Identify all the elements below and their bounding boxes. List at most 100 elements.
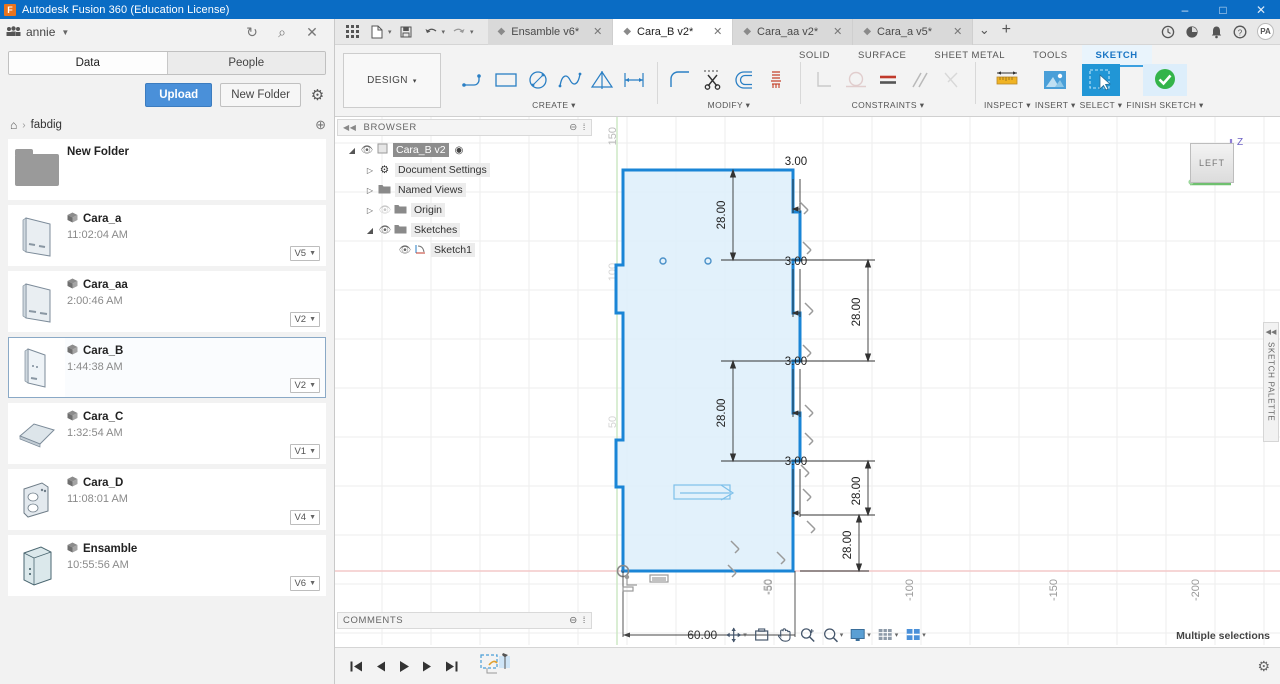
tangent-constraint-icon[interactable] [841, 64, 871, 96]
avatar[interactable]: PA [1257, 23, 1274, 40]
minimize-icon[interactable]: ⊖ [569, 122, 578, 133]
sketch-scale-icon[interactable] [762, 64, 792, 96]
version-badge[interactable]: V1▼ [290, 444, 320, 459]
search-icon[interactable]: ⌕ [274, 24, 290, 40]
chevron-down-icon[interactable]: ▾ [442, 28, 446, 36]
minimize-icon[interactable]: ⊖ [569, 615, 578, 626]
sketch-feature-icon[interactable] [479, 655, 513, 677]
mirror-tool-icon[interactable] [587, 64, 617, 96]
grip-icon[interactable]: ⁞ [583, 615, 586, 626]
skip-first-icon[interactable] [345, 655, 367, 677]
zoom-window-icon[interactable] [820, 625, 841, 645]
view-cube[interactable]: Z LEFT [1190, 135, 1250, 195]
orbit-icon[interactable] [723, 625, 744, 645]
tree-node-sketches[interactable]: ◢ 👁 Sketches [339, 220, 592, 240]
look-at-icon[interactable] [751, 625, 772, 645]
insert-group-label[interactable]: INSERT ▾ [1035, 100, 1076, 111]
bell-icon[interactable] [1205, 21, 1227, 43]
finish-sketch-label[interactable]: FINISH SKETCH ▾ [1126, 100, 1203, 111]
display-settings-icon[interactable] [847, 625, 868, 645]
tab-overflow-icon[interactable]: ⌄ [973, 19, 995, 41]
list-item-selected[interactable]: Cara_B 1:44:38 AM V2▼ [8, 337, 326, 398]
equal-constraint-icon[interactable] [873, 64, 903, 96]
version-badge[interactable]: V5▼ [290, 246, 320, 261]
breadcrumb-current[interactable]: fabdig [31, 119, 62, 131]
tree-node-document-settings[interactable]: ▷ ⚙ Document Settings [339, 160, 592, 180]
expand-arrow-icon[interactable]: ◢ [363, 226, 377, 235]
tree-node-sketch1[interactable]: 👁 Sketch1 [339, 240, 592, 260]
pan-icon[interactable] [774, 625, 795, 645]
step-forward-icon[interactable] [417, 655, 439, 677]
globe-icon[interactable]: ⊕ [315, 117, 326, 133]
expand-arrow-icon[interactable]: ▷ [363, 166, 377, 175]
view-cube-face[interactable]: LEFT [1190, 143, 1234, 183]
minimize-button[interactable]: – [1166, 0, 1204, 19]
version-badge[interactable]: V6▼ [290, 576, 320, 591]
grip-icon[interactable]: ⁞ [583, 122, 586, 133]
select-group-label[interactable]: SELECT ▾ [1080, 100, 1123, 111]
chevron-down-icon[interactable]: ▾ [867, 631, 871, 639]
close-panel-icon[interactable]: ✕ [304, 24, 320, 40]
list-item[interactable]: Ensamble 10:55:56 AM V6▼ [8, 535, 326, 596]
expand-arrow-icon[interactable]: ◢ [345, 146, 359, 155]
expand-arrow-icon[interactable]: ▷ [363, 206, 377, 215]
list-item[interactable]: New Folder [8, 139, 326, 200]
sketch-palette-tab[interactable]: ◀◀ SKETCH PALETTE [1263, 322, 1279, 442]
close-icon[interactable]: ✕ [825, 25, 842, 38]
document-tab-cara-a[interactable]: ◆ Cara_a v5* ✕ [853, 19, 973, 45]
line-tool-icon[interactable] [459, 64, 489, 96]
tab-people[interactable]: People [168, 52, 326, 74]
timeline-settings-icon[interactable]: ⚙ [1257, 658, 1270, 675]
circle-tool-icon[interactable] [523, 64, 553, 96]
fillet-tool-icon[interactable] [666, 64, 696, 96]
visibility-icon[interactable]: 👁 [397, 245, 413, 256]
chevron-down-icon[interactable]: ▾ [922, 631, 926, 639]
play-icon[interactable] [393, 655, 415, 677]
chevron-down-icon[interactable]: ▼ [61, 28, 69, 37]
perpendicular-constraint-icon[interactable] [809, 64, 839, 96]
list-item[interactable]: Cara_D 11:08:01 AM V4▼ [8, 469, 326, 530]
constraints-group-label[interactable]: CONSTRAINTS ▾ [852, 100, 925, 111]
select-tool-icon[interactable] [1082, 64, 1120, 96]
redo-icon[interactable] [448, 21, 470, 43]
measure-tool-icon[interactable] [988, 64, 1026, 96]
close-button[interactable]: ✕ [1242, 0, 1280, 19]
step-back-icon[interactable] [369, 655, 391, 677]
new-tab-button[interactable]: + [995, 19, 1017, 41]
visibility-icon[interactable]: 👁 [377, 225, 393, 236]
document-tab-cara-aa[interactable]: ◆ Cara_aa v2* ✕ [733, 19, 853, 45]
visibility-icon[interactable]: 👁 [377, 205, 393, 216]
document-tab-ensamble[interactable]: ◆ Ensamble v6* ✕ [488, 19, 614, 45]
tree-node-origin[interactable]: ▷ 👁 Origin [339, 200, 592, 220]
spline-tool-icon[interactable] [555, 64, 585, 96]
offset-tool-icon[interactable] [730, 64, 760, 96]
modify-group-label[interactable]: MODIFY ▾ [708, 100, 751, 111]
refresh-icon[interactable]: ↻ [244, 24, 260, 40]
tree-node-named-views[interactable]: ▷ Named Views [339, 180, 592, 200]
version-badge[interactable]: V4▼ [290, 510, 320, 525]
chevron-down-icon[interactable]: ▾ [743, 631, 747, 639]
create-group-label[interactable]: CREATE ▾ [532, 100, 576, 111]
viewports-icon[interactable] [902, 625, 923, 645]
collapse-icon[interactable]: ◀◀ [343, 123, 357, 132]
coincident-constraint-icon[interactable] [937, 64, 967, 96]
gear-icon[interactable]: ⚙ [309, 87, 326, 104]
close-icon[interactable]: ✕ [705, 25, 722, 38]
undo-icon[interactable] [420, 21, 442, 43]
zoom-icon[interactable] [797, 625, 818, 645]
version-badge[interactable]: V2▼ [290, 378, 320, 393]
save-icon[interactable] [395, 21, 417, 43]
version-badge[interactable]: V2▼ [290, 312, 320, 327]
insert-image-icon[interactable] [1036, 64, 1074, 96]
close-icon[interactable]: ✕ [945, 25, 962, 38]
grid-icon[interactable] [341, 21, 363, 43]
document-tab-cara-b[interactable]: ◆ Cara_B v2* ✕ [613, 19, 733, 45]
expand-arrow-icon[interactable]: ▷ [363, 186, 377, 195]
chevron-down-icon[interactable]: ▾ [388, 28, 392, 36]
account-name[interactable]: annie [26, 25, 55, 39]
help-icon[interactable]: ? [1229, 21, 1251, 43]
rectangle-tool-icon[interactable] [491, 64, 521, 96]
list-item[interactable]: Cara_a 11:02:04 AM V5▼ [8, 205, 326, 266]
list-item[interactable]: Cara_aa 2:00:46 AM V2▼ [8, 271, 326, 332]
parallel-constraint-icon[interactable] [905, 64, 935, 96]
